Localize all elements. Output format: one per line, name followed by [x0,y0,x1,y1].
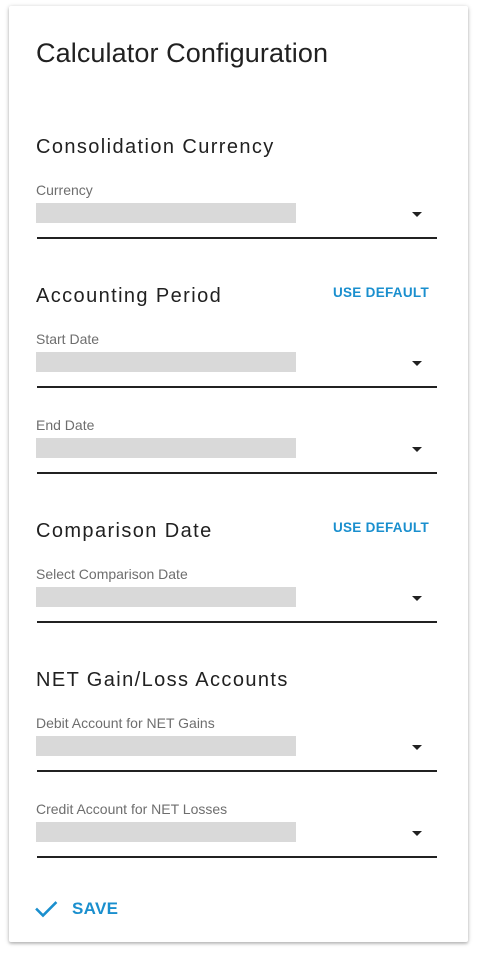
start-date-label: Start Date [36,331,100,347]
credit-account-underline [37,856,437,858]
credit-account-select[interactable]: Credit Account for NET Losses [36,801,437,871]
dropdown-arrow-icon[interactable] [412,212,422,217]
currency-underline [37,237,437,239]
dropdown-arrow-icon[interactable] [412,745,422,750]
comparison-date-underline [37,621,437,623]
section-title-accounting-period: Accounting Period [36,285,223,307]
page-title: Calculator Configuration [36,38,329,68]
check-icon [35,901,58,918]
debit-account-select[interactable]: Debit Account for NET Gains [36,715,437,785]
section-title-net-gain-loss-accounts: NET Gain/Loss Accounts [36,669,289,691]
save-button[interactable]: SAVE [34,894,118,924]
comparison-date-value[interactable] [36,587,296,607]
end-date-underline [37,472,437,474]
comparison-date-use-default-button[interactable]: USE DEFAULT [333,520,429,535]
accounting-period-use-default-button[interactable]: USE DEFAULT [333,285,429,300]
dropdown-arrow-icon[interactable] [412,361,422,366]
dropdown-arrow-icon[interactable] [412,447,422,452]
section-title-consolidation-currency: Consolidation Currency [36,136,275,158]
section-title-comparison-date: Comparison Date [36,520,213,542]
end-date-value[interactable] [36,438,296,458]
comparison-date-label: Select Comparison Date [36,566,188,582]
dropdown-arrow-icon[interactable] [412,596,422,601]
start-date-select[interactable]: Start Date [36,331,437,401]
end-date-label: End Date [36,417,95,433]
currency-label: Currency [36,182,93,198]
save-button-label: SAVE [72,899,119,918]
end-date-select[interactable]: End Date [36,417,437,487]
debit-account-value[interactable] [36,736,296,756]
start-date-underline [37,386,437,388]
dropdown-arrow-icon[interactable] [412,831,422,836]
debit-account-underline [37,770,437,772]
start-date-value[interactable] [36,352,296,372]
currency-select[interactable]: Currency [36,182,437,252]
debit-account-label: Debit Account for NET Gains [36,715,215,731]
credit-account-label: Credit Account for NET Losses [36,801,228,817]
calculator-config-card: Calculator Configuration Consolidation C… [9,6,468,942]
comparison-date-select[interactable]: Select Comparison Date [36,566,437,636]
currency-value[interactable] [36,203,296,223]
credit-account-value[interactable] [36,822,296,842]
